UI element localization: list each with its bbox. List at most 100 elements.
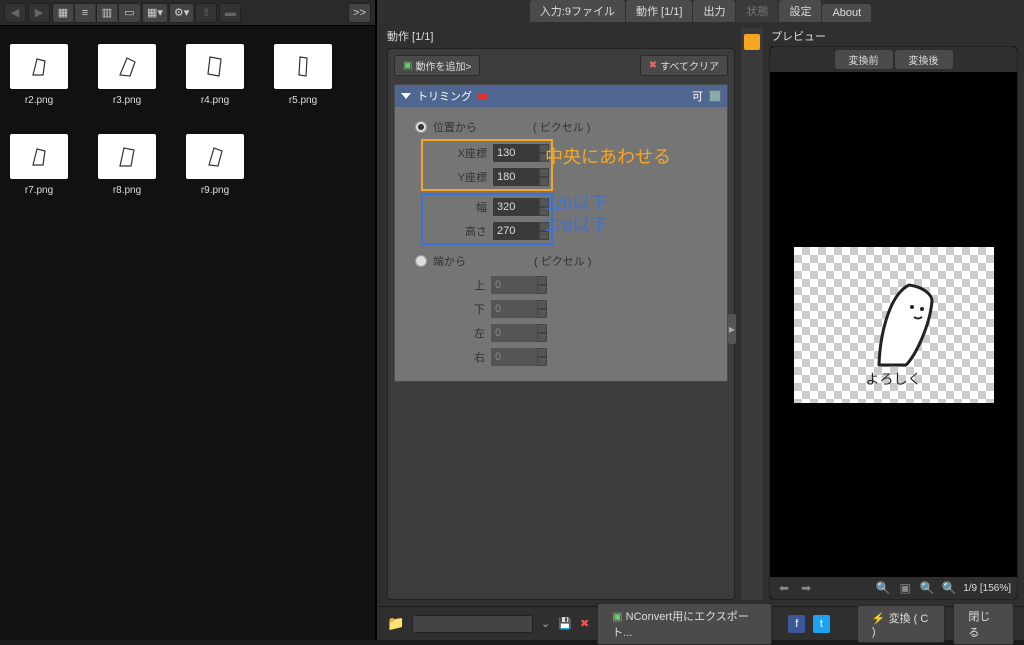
from-edge-label: 端から	[433, 253, 466, 269]
preview-canvas: よろしく	[794, 247, 994, 403]
left-label: 左	[423, 325, 485, 341]
tab-input[interactable]: 入力:9ファイル	[530, 0, 625, 22]
bottom-spinner	[537, 300, 547, 318]
actions-header: 動作 [1/1]	[387, 28, 735, 44]
prev-image-icon[interactable]: ⬅	[776, 580, 792, 596]
zoom-actual-icon[interactable]: 🔍	[919, 580, 935, 596]
zoom-out-icon[interactable]: 🔍	[941, 580, 957, 596]
file-label: r5.png	[289, 95, 317, 106]
preview-info: 1/9 [156%]	[963, 583, 1011, 594]
editor-panel: 入力:9ファイル 動作 [1/1] 出力 状態 設定 About 動作 [1/1…	[375, 0, 1024, 640]
preview-controls: ⬅ ➡ 🔍 ▣ 🔍 🔍 1/9 [156%]	[770, 577, 1017, 599]
bottom-input	[491, 300, 537, 318]
right-input	[491, 348, 537, 366]
facebook-icon[interactable]: f	[788, 615, 805, 633]
preview-doodle	[834, 265, 954, 385]
share-icon[interactable]: ⇪	[195, 3, 217, 23]
x-label: X座標	[425, 145, 487, 161]
thumbnail-grid: r2.png r3.png r4.png r5.png r7.png	[0, 26, 375, 640]
action-title-bar[interactable]: トリミング 可	[395, 85, 727, 107]
thumbnail-size-icon[interactable]: ▦▾	[142, 3, 167, 23]
file-label: r8.png	[113, 185, 141, 196]
export-button[interactable]: ▣ NConvert用にエクスポート...	[597, 603, 772, 645]
h-spinner[interactable]	[539, 222, 549, 240]
settings-gear-icon[interactable]: ⚙▾	[169, 3, 193, 23]
preview-caption: よろしく	[794, 369, 994, 389]
action-enable-checkbox[interactable]	[709, 90, 721, 102]
unit-label-2: ( ピクセル )	[534, 253, 591, 269]
action-enable-label: 可	[692, 88, 703, 104]
annotation-center: 中央にあわせる	[545, 143, 671, 169]
annotation-h: 270以下	[545, 211, 608, 237]
file-label: r7.png	[25, 185, 53, 196]
tag-icon[interactable]: ▬	[219, 3, 241, 23]
remove-action-icon[interactable]	[478, 93, 488, 99]
preview-column: プレビュー 変換前 変換後	[769, 28, 1018, 600]
x-input[interactable]	[493, 144, 539, 162]
preview-tab-after[interactable]: 変換後	[895, 50, 953, 69]
file-thumbnail[interactable]: r5.png	[274, 44, 332, 106]
w-input[interactable]	[493, 198, 539, 216]
zoom-fit-icon[interactable]: ▣	[897, 580, 913, 596]
preview-header: プレビュー	[769, 28, 1018, 44]
folder-icon[interactable]: 📁	[387, 615, 404, 632]
w-label: 幅	[425, 199, 487, 215]
twitter-icon[interactable]: t	[813, 615, 830, 633]
top-label: 上	[423, 277, 485, 293]
file-thumbnail[interactable]: r7.png	[10, 134, 68, 196]
preview-tab-before[interactable]: 変換前	[835, 50, 893, 69]
toolbar-overflow-button[interactable]: >>	[348, 3, 371, 23]
bottom-label: 下	[423, 301, 485, 317]
y-label: Y座標	[425, 169, 487, 185]
collapse-icon[interactable]	[401, 93, 411, 99]
script-dropdown[interactable]	[412, 615, 533, 633]
footer-dropdown-arrow[interactable]: ⌄	[541, 617, 550, 630]
action-trimming: トリミング 可 位置から ( ピクセル )	[394, 84, 728, 382]
file-thumbnail[interactable]: r3.png	[98, 44, 156, 106]
image-tab-current[interactable]	[744, 34, 760, 50]
file-thumbnail[interactable]: r2.png	[10, 44, 68, 106]
tab-output[interactable]: 出力	[693, 0, 735, 22]
view-columns-icon[interactable]: ▥	[96, 3, 118, 23]
left-input	[491, 324, 537, 342]
view-list-icon[interactable]: ≡	[74, 3, 96, 23]
y-input[interactable]	[493, 168, 539, 186]
tab-state[interactable]: 状態	[736, 0, 778, 22]
nav-back-button[interactable]: ◀	[4, 3, 26, 23]
h-input[interactable]	[493, 222, 539, 240]
zoom-in-icon[interactable]: 🔍	[875, 580, 891, 596]
y-spinner[interactable]	[539, 168, 549, 186]
file-browser-toolbar: ◀ ▶ ▦ ≡ ▥ ▭ ▦▾ ⚙▾ ⇪ ▬ >>	[0, 0, 375, 26]
from-position-label: 位置から	[433, 119, 477, 135]
file-browser-panel: ◀ ▶ ▦ ≡ ▥ ▭ ▦▾ ⚙▾ ⇪ ▬ >> r2.png	[0, 0, 375, 640]
action-title-label: トリミング	[417, 88, 472, 104]
view-grid-icon[interactable]: ▦	[52, 3, 74, 23]
save-script-icon[interactable]: 💾	[558, 617, 572, 630]
tab-settings[interactable]: 設定	[779, 0, 821, 22]
clear-all-button[interactable]: ✖すべてクリア	[640, 55, 728, 76]
file-thumbnail[interactable]: r9.png	[186, 134, 244, 196]
panel-resize-handle[interactable]	[728, 314, 736, 344]
close-button[interactable]: 閉じる	[953, 603, 1014, 645]
tab-about[interactable]: About	[822, 4, 871, 22]
from-position-radio[interactable]	[415, 121, 427, 133]
x-spinner[interactable]	[539, 144, 549, 162]
convert-button[interactable]: ⚡ 変換 ( C )	[857, 605, 946, 643]
file-thumbnail[interactable]: r4.png	[186, 44, 244, 106]
next-image-icon[interactable]: ➡	[798, 580, 814, 596]
view-filmstrip-icon[interactable]: ▭	[118, 3, 140, 23]
right-label: 右	[423, 349, 485, 365]
add-action-button[interactable]: ▣動作を追加>	[394, 55, 480, 76]
file-thumbnail[interactable]: r8.png	[98, 134, 156, 196]
image-tab-strip	[741, 28, 763, 600]
nav-forward-button[interactable]: ▶	[28, 3, 50, 23]
from-edge-radio[interactable]	[415, 255, 427, 267]
tab-action[interactable]: 動作 [1/1]	[626, 0, 692, 22]
delete-script-icon[interactable]: ✖	[580, 617, 589, 630]
h-label: 高さ	[425, 223, 487, 239]
actions-column: 動作 [1/1] ▣動作を追加> ✖すべてクリア トリミング 可	[387, 28, 735, 600]
w-spinner[interactable]	[539, 198, 549, 216]
file-label: r2.png	[25, 95, 53, 106]
top-spinner	[537, 276, 547, 294]
footer-bar: 📁 ⌄ 💾 ✖ ▣ NConvert用にエクスポート... f t ⚡ 変換 (…	[377, 606, 1024, 640]
